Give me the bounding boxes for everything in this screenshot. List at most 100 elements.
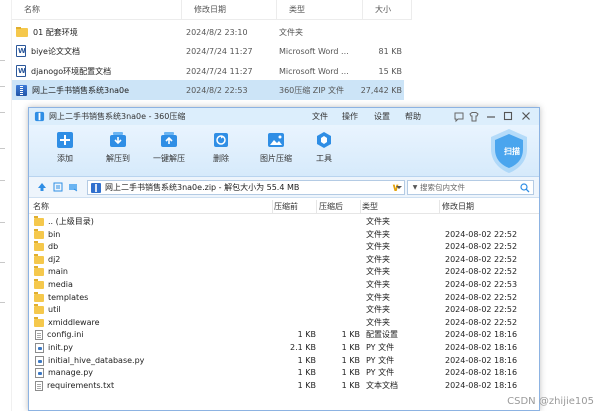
text-file-icon bbox=[35, 380, 43, 391]
file-row[interactable]: .. (上级目录) 文件夹 bbox=[29, 216, 539, 228]
feedback-icon[interactable] bbox=[452, 110, 466, 123]
menu-settings[interactable]: 设置 bbox=[374, 108, 390, 125]
file-size-before: 2.1 KB bbox=[290, 343, 316, 352]
file-row[interactable]: initial_hive_database.py 1 KB 1 KB PY 文件 202… bbox=[29, 355, 539, 367]
column-date[interactable]: 修改日期 bbox=[182, 0, 277, 20]
image-compress-icon bbox=[268, 133, 284, 147]
tools-button[interactable]: 工具 bbox=[299, 131, 349, 164]
file-size: 81 KB bbox=[378, 46, 402, 56]
close-icon[interactable] bbox=[519, 110, 533, 123]
one-click-extract-label: 一键解压 bbox=[153, 154, 185, 163]
file-row[interactable]: requirements.txt 1 KB 1 KB 文本文档 2024-08-02 1… bbox=[29, 380, 539, 392]
view-mode-icon[interactable] bbox=[68, 182, 78, 192]
python-file-icon bbox=[35, 343, 44, 353]
extract-to-button[interactable]: 解压到 bbox=[93, 131, 143, 164]
explorer-row-selected[interactable]: 网上二手书销售系统3na0e 2024/8/2 22:53 360压缩 ZIP … bbox=[12, 80, 404, 100]
file-size-after bbox=[323, 229, 360, 241]
file-type: 文件夹 bbox=[366, 242, 390, 252]
tools-label: 工具 bbox=[316, 154, 332, 163]
file-size-before: 1 KB bbox=[297, 368, 316, 378]
explorer-row[interactable]: biye论文文档 2024/7/24 11:27 Microsoft Word … bbox=[12, 41, 404, 61]
file-row[interactable]: util 文件夹 2024-08-02 22:52 bbox=[29, 304, 539, 316]
file-name: initial_hive_database.py bbox=[48, 355, 145, 365]
file-size-before bbox=[279, 241, 316, 253]
explorer-row[interactable]: djanogo环境配置文档 2024/7/24 11:27 Microsoft … bbox=[12, 61, 404, 81]
delete-button[interactable]: 删除 bbox=[196, 131, 246, 164]
file-name: templates bbox=[48, 292, 89, 302]
window-title: 网上二手书销售系统3na0e - 360压缩 bbox=[49, 112, 186, 121]
file-name-cell: .. (上级目录) bbox=[34, 216, 94, 228]
search-box[interactable]: ▼ bbox=[407, 180, 534, 195]
dropdown-arrow-icon[interactable] bbox=[394, 182, 404, 192]
file-name-cell: manage.py bbox=[34, 367, 93, 379]
column-compressed-after[interactable]: 压缩后 bbox=[319, 201, 343, 212]
config-file-icon bbox=[35, 330, 43, 341]
image-compress-label: 图片压缩 bbox=[260, 154, 292, 163]
word-doc-icon bbox=[16, 45, 26, 57]
file-name-cell: db bbox=[34, 241, 58, 253]
menu-operate[interactable]: 操作 bbox=[342, 108, 358, 125]
file-type: 文件夹 bbox=[366, 317, 390, 327]
menu-file[interactable]: 文件 bbox=[312, 108, 328, 125]
skin-shirt-icon[interactable] bbox=[467, 110, 481, 123]
file-type: 文件夹 bbox=[279, 27, 303, 37]
up-arrow-icon[interactable] bbox=[37, 182, 47, 192]
search-icon[interactable] bbox=[520, 183, 530, 193]
column-name[interactable]: 名称 bbox=[12, 0, 182, 20]
file-row[interactable]: init.py 2.1 KB 1 KB PY 文件 2024-08-02 18:16 bbox=[29, 342, 539, 354]
file-name: djanogo环境配置文档 bbox=[31, 66, 112, 76]
file-size-after bbox=[323, 304, 360, 316]
folder-icon bbox=[34, 253, 44, 264]
file-size-after: 1 KB bbox=[341, 330, 360, 340]
list-view-icon[interactable] bbox=[53, 182, 63, 192]
search-input[interactable] bbox=[420, 181, 514, 194]
column-type[interactable]: 类型 bbox=[277, 0, 363, 20]
file-row[interactable]: manage.py 1 KB 1 KB PY 文件 2024-08-02 18:16 bbox=[29, 367, 539, 379]
archive-window: 网上二手书销售系统3na0e - 360压缩 文件 操作 设置 帮助 添加 解压… bbox=[28, 107, 540, 411]
file-row[interactable]: db 文件夹 2024-08-02 22:52 bbox=[29, 241, 539, 253]
one-click-extract-button[interactable]: 一键解压 bbox=[144, 131, 194, 164]
file-size-after bbox=[323, 317, 360, 329]
column-type[interactable]: 类型 bbox=[362, 201, 378, 212]
file-row[interactable]: media 文件夹 2024-08-02 22:53 bbox=[29, 279, 539, 291]
archive-path-field[interactable]: 网上二手书销售系统3na0e.zip - 解包大小为 55.4 MB ∨ bbox=[87, 180, 405, 195]
file-modified-date: 2024-08-02 22:52 bbox=[445, 317, 518, 327]
image-compress-button[interactable]: 图片压缩 bbox=[251, 131, 301, 164]
file-row[interactable]: dj2 文件夹 2024-08-02 22:52 bbox=[29, 253, 539, 266]
file-name: requirements.txt bbox=[47, 380, 115, 390]
file-size-before bbox=[279, 304, 316, 316]
folder-icon bbox=[16, 26, 28, 37]
file-row[interactable]: main 文件夹 2024-08-02 22:52 bbox=[29, 266, 539, 278]
file-modified-date: 2024-08-02 18:16 bbox=[445, 355, 518, 365]
add-button[interactable]: 添加 bbox=[40, 131, 90, 164]
maximize-icon[interactable] bbox=[501, 110, 515, 123]
file-name-cell: templates bbox=[34, 291, 89, 304]
file-row[interactable]: bin 文件夹 2024-08-02 22:52 bbox=[29, 228, 539, 241]
zip-icon bbox=[16, 84, 27, 96]
file-row[interactable]: config.ini 1 KB 1 KB 配置设置 2024-08-02 18:16 bbox=[29, 329, 539, 341]
file-name-cell: util bbox=[34, 304, 61, 316]
explorer-row[interactable]: 01 配套环境 2024/8/2 23:10 文件夹 bbox=[12, 22, 404, 42]
file-size-after bbox=[323, 216, 360, 228]
file-size-after: 1 KB bbox=[341, 380, 360, 390]
file-type: 文件夹 bbox=[366, 229, 390, 239]
file-modified-date: 2024-08-02 22:52 bbox=[445, 229, 518, 239]
file-size-after bbox=[323, 266, 360, 278]
explorer-nav-strip bbox=[0, 0, 12, 411]
file-name: db bbox=[48, 242, 59, 252]
file-list-header: 名称 压缩前 压缩后 类型 修改日期 bbox=[29, 199, 539, 214]
column-modified-date[interactable]: 修改日期 bbox=[442, 201, 474, 212]
folder-icon bbox=[34, 228, 44, 239]
file-modified-date: 2024-08-02 18:16 bbox=[445, 368, 518, 378]
column-name[interactable]: 名称 bbox=[33, 201, 49, 212]
column-compressed-before[interactable]: 压缩前 bbox=[274, 201, 298, 212]
minimize-icon[interactable] bbox=[484, 110, 498, 123]
file-row[interactable]: templates 文件夹 2024-08-02 22:52 bbox=[29, 291, 539, 304]
delete-label: 删除 bbox=[213, 154, 229, 163]
window-titlebar[interactable]: 网上二手书销售系统3na0e - 360压缩 文件 操作 设置 帮助 bbox=[29, 108, 539, 125]
search-scope-dropdown-icon[interactable]: ▼ bbox=[410, 184, 420, 191]
file-size-before bbox=[279, 266, 316, 278]
menu-help[interactable]: 帮助 bbox=[405, 108, 421, 125]
column-size[interactable]: 大小 bbox=[363, 0, 412, 20]
file-row[interactable]: xmiddleware 文件夹 2024-08-02 22:52 bbox=[29, 316, 539, 329]
